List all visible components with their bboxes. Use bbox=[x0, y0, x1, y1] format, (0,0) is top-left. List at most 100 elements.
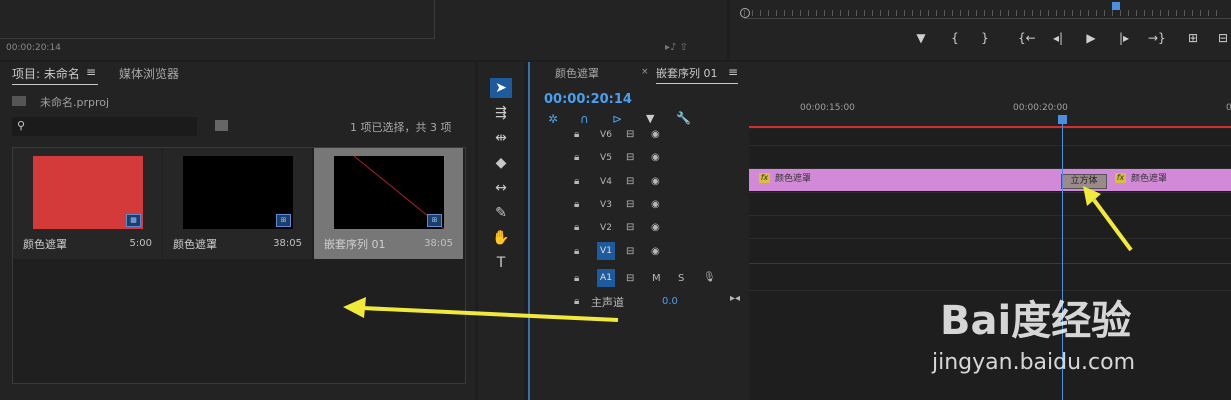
go-to-out-button[interactable]: →} bbox=[1148, 31, 1166, 45]
slip-tool-icon[interactable]: ↔ bbox=[490, 178, 512, 198]
item-name: 颜色遮罩 bbox=[23, 238, 67, 251]
project-item[interactable]: ⊞ 颜色遮罩 38:05 bbox=[163, 148, 312, 259]
track-label-v1[interactable]: V1 bbox=[597, 242, 615, 260]
eye-icon[interactable]: ◉ bbox=[651, 129, 660, 140]
ruler-label: 00:00:15:00 bbox=[800, 103, 855, 113]
selection-tool-icon[interactable]: ➤ bbox=[490, 78, 512, 98]
program-playhead[interactable] bbox=[1112, 2, 1120, 10]
add-marker-icon[interactable]: ▼ bbox=[646, 112, 654, 125]
ruler-tick bbox=[984, 10, 985, 16]
track-label-a1[interactable]: A1 bbox=[597, 269, 615, 287]
transition-label[interactable]: 立方体 bbox=[1061, 174, 1107, 189]
fx-badge: fx bbox=[1115, 173, 1126, 183]
ruler-tick bbox=[944, 10, 945, 16]
search-input[interactable]: ⚲ bbox=[12, 117, 197, 136]
go-to-end-icon[interactable]: ▸◂ bbox=[730, 293, 740, 304]
panel-menu-icon[interactable]: ≡ bbox=[86, 65, 96, 79]
eye-icon[interactable]: ◉ bbox=[651, 246, 660, 257]
item-duration: 38:05 bbox=[273, 238, 302, 249]
step-back-button[interactable]: ◂| bbox=[1050, 31, 1066, 45]
tab-project[interactable]: 项目: 未命名 bbox=[12, 65, 80, 82]
go-to-in-button[interactable]: {← bbox=[1018, 31, 1036, 45]
track-label-v5[interactable]: V5 bbox=[597, 153, 615, 163]
extract-button[interactable]: ⊟ bbox=[1215, 31, 1231, 45]
ruler-tick bbox=[960, 10, 961, 16]
track-label-v4[interactable]: V4 bbox=[597, 177, 615, 187]
lock-icon[interactable]: 🔒︎ bbox=[574, 176, 579, 187]
project-item-selected[interactable]: ⊞ 嵌套序列 01 38:05 bbox=[314, 148, 463, 259]
marker-button[interactable]: ▼ bbox=[913, 31, 929, 45]
master-volume-value[interactable]: 0.0 bbox=[662, 296, 678, 307]
lock-icon[interactable]: 🔒︎ bbox=[574, 246, 579, 257]
tab-media-browser[interactable]: 媒体浏览器 bbox=[119, 65, 179, 82]
sync-lock-icon[interactable]: ⊟ bbox=[626, 273, 634, 284]
panel-menu-icon[interactable]: ≡ bbox=[728, 65, 738, 79]
item-thumbnail: ⊞ bbox=[183, 156, 293, 229]
lock-icon[interactable]: 🔒︎ bbox=[574, 129, 579, 140]
pen-tool-icon[interactable]: ✎ bbox=[490, 203, 512, 223]
ruler-tick bbox=[832, 10, 833, 16]
lock-icon[interactable]: 🔒︎ bbox=[574, 199, 579, 210]
eye-icon[interactable]: ◉ bbox=[651, 222, 660, 233]
type-tool-icon[interactable]: T bbox=[490, 253, 512, 273]
export-icon[interactable]: ▸♪ ⇧ bbox=[665, 42, 688, 53]
timeline-clip[interactable]: fx 颜色遮罩 fx 颜色遮罩 bbox=[749, 169, 1231, 191]
clip-type-icon: ⊞ bbox=[276, 214, 291, 227]
sync-lock-icon[interactable]: ⊟ bbox=[626, 199, 634, 210]
tab-underline bbox=[12, 84, 98, 85]
track-label-v6[interactable]: V6 bbox=[597, 130, 615, 140]
ripple-edit-tool-icon[interactable]: ⇹ bbox=[490, 128, 512, 148]
program-ruler[interactable] bbox=[740, 2, 1231, 19]
snap-icon[interactable]: ∩ bbox=[580, 112, 589, 126]
nest-toggle-icon[interactable]: ✲ bbox=[548, 112, 558, 126]
mark-in-button[interactable]: { bbox=[947, 31, 963, 45]
play-button[interactable]: ▶ bbox=[1083, 31, 1099, 45]
sync-lock-icon[interactable]: ⊟ bbox=[626, 152, 634, 163]
work-area-bar[interactable] bbox=[749, 126, 1231, 128]
track-label-v2[interactable]: V2 bbox=[597, 223, 615, 233]
track-label-v3[interactable]: V3 bbox=[597, 200, 615, 210]
sync-lock-icon[interactable]: ⊟ bbox=[626, 176, 634, 187]
sync-lock-icon[interactable]: ⊟ bbox=[626, 222, 634, 233]
eye-icon[interactable]: ◉ bbox=[651, 176, 660, 187]
ruler-tick bbox=[1112, 10, 1113, 16]
linked-selection-icon[interactable]: ⊳ bbox=[612, 112, 622, 126]
track-select-tool-icon[interactable]: ⇶ bbox=[490, 103, 512, 123]
solo-button[interactable]: S bbox=[678, 273, 684, 284]
tab-nested-sequence[interactable]: 嵌套序列 01 bbox=[656, 65, 718, 81]
lock-icon[interactable]: 🔒︎ bbox=[574, 273, 579, 284]
playhead-handle[interactable] bbox=[1058, 115, 1067, 124]
mute-button[interactable]: M bbox=[652, 273, 661, 284]
close-tab-icon[interactable]: × bbox=[641, 67, 649, 77]
ruler-tick bbox=[1032, 10, 1033, 16]
ruler-tick bbox=[856, 10, 857, 16]
sync-lock-icon[interactable]: ⊟ bbox=[626, 246, 634, 257]
ruler-label: 0 bbox=[1226, 103, 1231, 113]
ruler-tick bbox=[808, 10, 809, 16]
tab-sequence-color-matte[interactable]: 颜色遮罩 bbox=[555, 65, 599, 81]
sync-lock-icon[interactable]: ⊟ bbox=[626, 129, 634, 140]
wrench-icon[interactable]: 🔧 bbox=[676, 111, 691, 125]
panel-focus-border bbox=[528, 62, 530, 400]
hand-tool-icon[interactable]: ✋ bbox=[490, 228, 512, 248]
ruler-tick bbox=[792, 10, 793, 16]
watermark-logo: Bai度经验 bbox=[940, 298, 1132, 344]
step-forward-button[interactable]: |▸ bbox=[1116, 31, 1132, 45]
search-icon: ⚲ bbox=[17, 119, 26, 132]
new-bin-icon[interactable] bbox=[215, 120, 228, 131]
eye-icon[interactable]: ◉ bbox=[651, 199, 660, 210]
mark-out-button[interactable]: } bbox=[977, 31, 993, 45]
track-divider bbox=[749, 192, 1231, 193]
eye-icon[interactable]: ◉ bbox=[651, 152, 660, 163]
project-item[interactable]: ▦ 颜色遮罩 5:00 bbox=[13, 148, 162, 259]
lift-button[interactable]: ⊞ bbox=[1185, 31, 1201, 45]
microphone-icon[interactable]: 🎙︎ bbox=[703, 272, 716, 283]
lock-icon[interactable]: 🔒︎ bbox=[574, 222, 579, 233]
track-divider bbox=[749, 263, 1231, 264]
ruler-tick bbox=[1216, 10, 1217, 16]
razor-tool-icon[interactable]: ◆ bbox=[490, 153, 512, 173]
lock-icon[interactable]: 🔒︎ bbox=[574, 152, 579, 163]
ruler-tick bbox=[1056, 10, 1057, 16]
timeline-timecode[interactable]: 00:00:20:14 bbox=[544, 92, 632, 107]
lock-icon[interactable]: 🔒︎ bbox=[574, 296, 579, 307]
